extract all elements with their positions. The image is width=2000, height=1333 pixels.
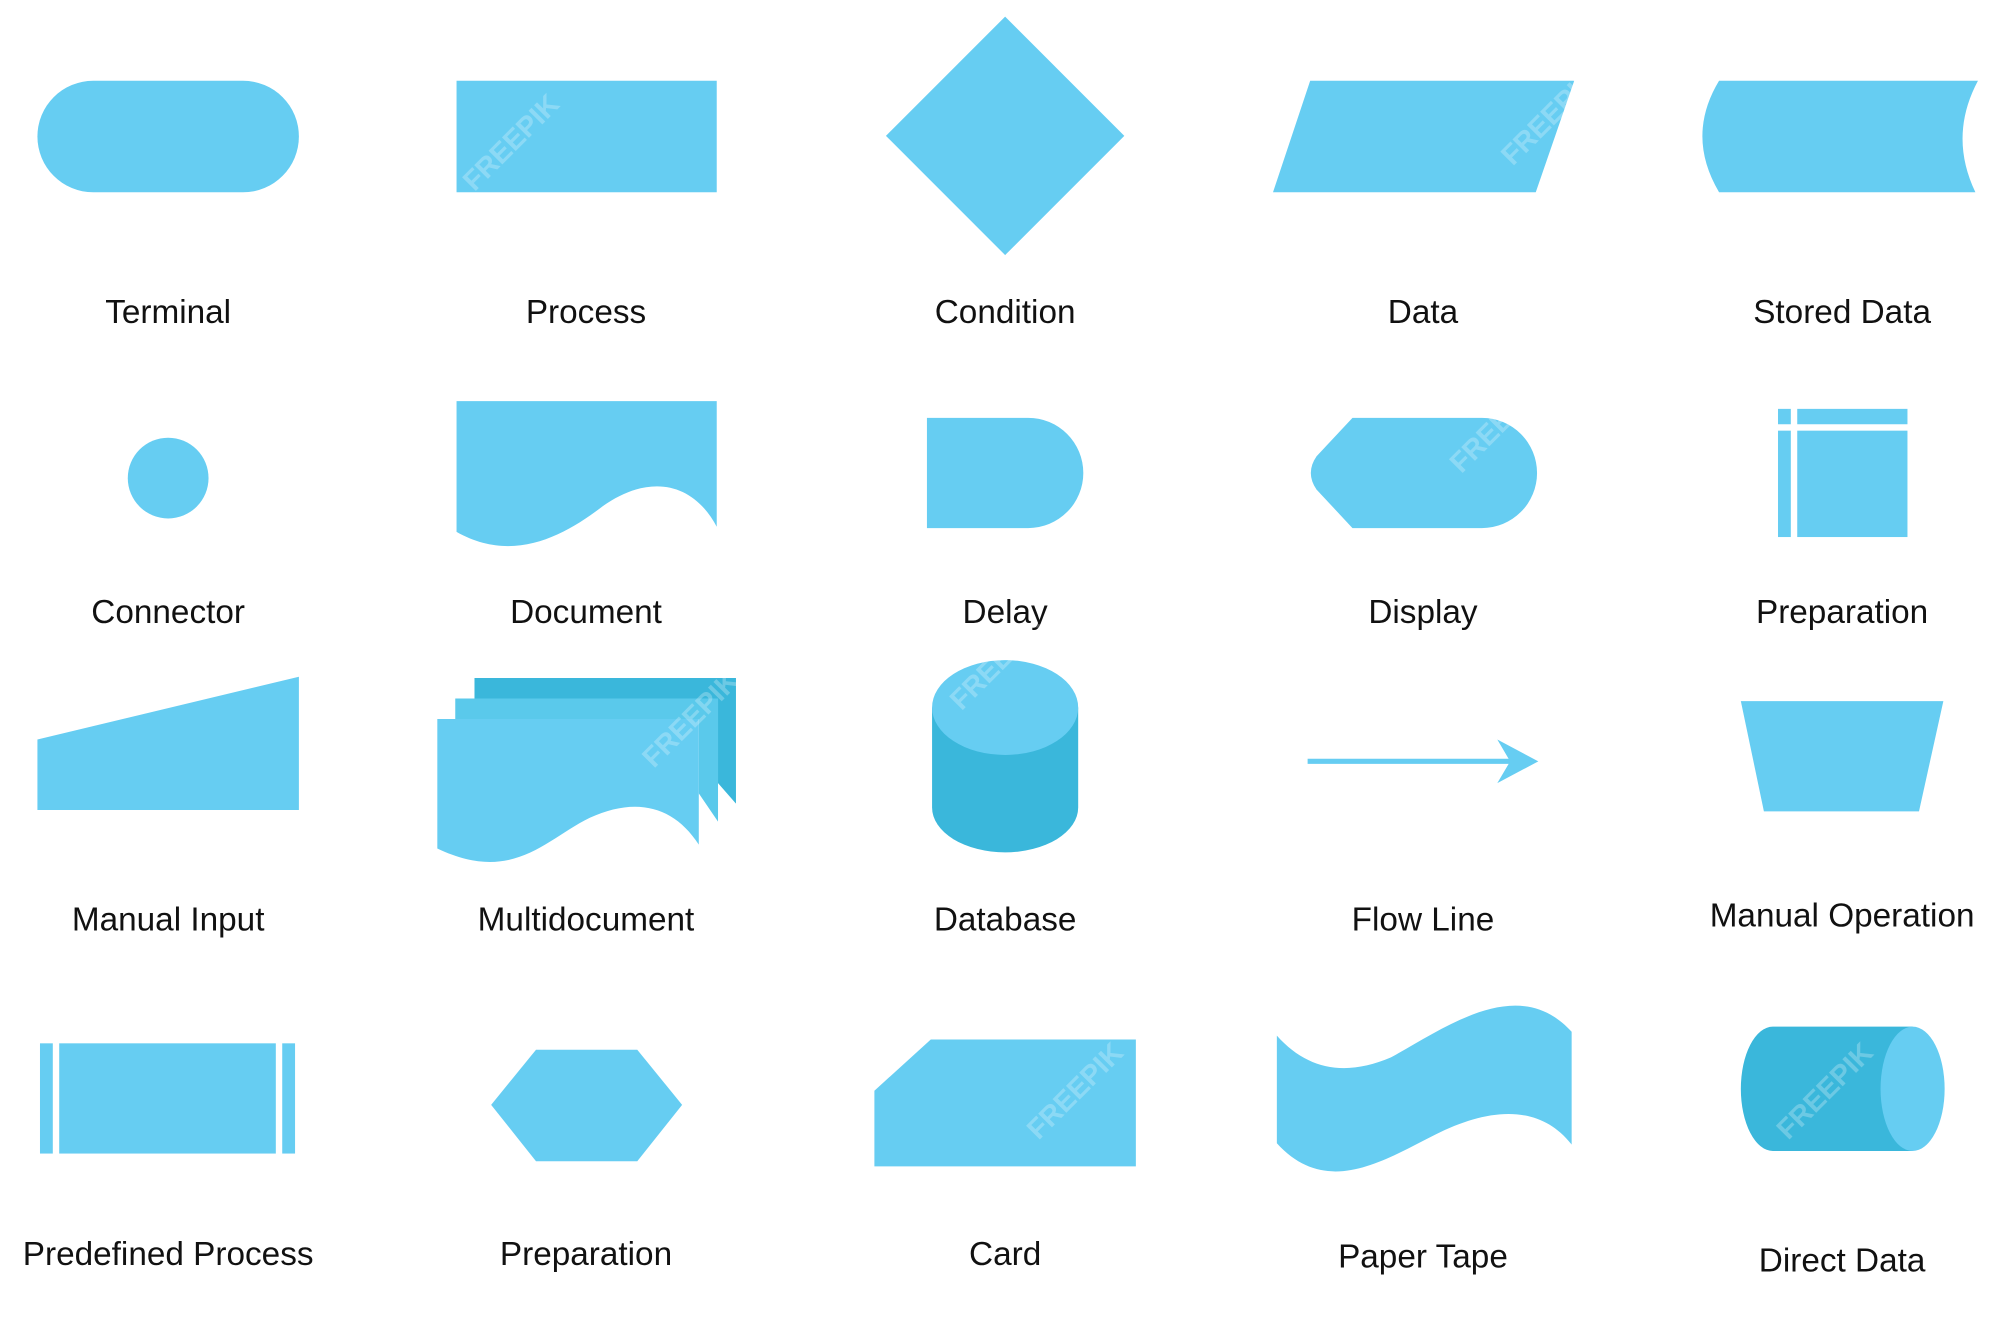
preparation-label: Preparation	[1756, 594, 1928, 631]
preparation-hexagon-label: Preparation	[500, 1236, 672, 1273]
card-label: Card	[969, 1236, 1041, 1273]
manual-operation-shape	[1740, 701, 1944, 812]
preparation-top-bar	[1797, 408, 1908, 425]
data-label: Data	[1388, 294, 1459, 331]
predefined-process-main	[59, 1043, 276, 1154]
connector-shape	[127, 437, 209, 519]
stored-data-shape	[1702, 80, 1978, 193]
stored-data-label: Stored Data	[1753, 294, 1931, 331]
delay-shape	[926, 417, 1084, 529]
symbol-preparation-internal: Preparation	[1756, 408, 1928, 631]
multidocument-label: Multidocument	[478, 902, 695, 939]
flow-line-label: Flow Line	[1352, 902, 1495, 939]
flowchart-symbols-sheet: Terminal Process Condition Data Stored D…	[0, 0, 2000, 1333]
predefined-process-left-bar	[39, 1043, 53, 1154]
process-label: Process	[526, 294, 646, 331]
display-label: Display	[1368, 594, 1478, 631]
connector-label: Connector	[91, 594, 245, 631]
direct-data-end	[1880, 1026, 1945, 1151]
document-label: Document	[510, 594, 663, 631]
predefined-process-right-bar	[282, 1043, 296, 1154]
terminal-label: Terminal	[105, 294, 231, 331]
preparation-corner	[1778, 408, 1791, 425]
direct-data-label: Direct Data	[1759, 1242, 1926, 1279]
predefined-process-label: Predefined Process	[23, 1236, 314, 1273]
condition-label: Condition	[935, 294, 1076, 331]
manual-operation-label: Manual Operation	[1710, 898, 1975, 935]
preparation-main	[1797, 430, 1908, 538]
paper-tape-label: Paper Tape	[1338, 1239, 1508, 1276]
database-label: Database	[934, 902, 1077, 939]
terminal-shape	[37, 80, 299, 193]
manual-input-label: Manual Input	[72, 902, 265, 939]
preparation-side-bar	[1778, 430, 1791, 538]
